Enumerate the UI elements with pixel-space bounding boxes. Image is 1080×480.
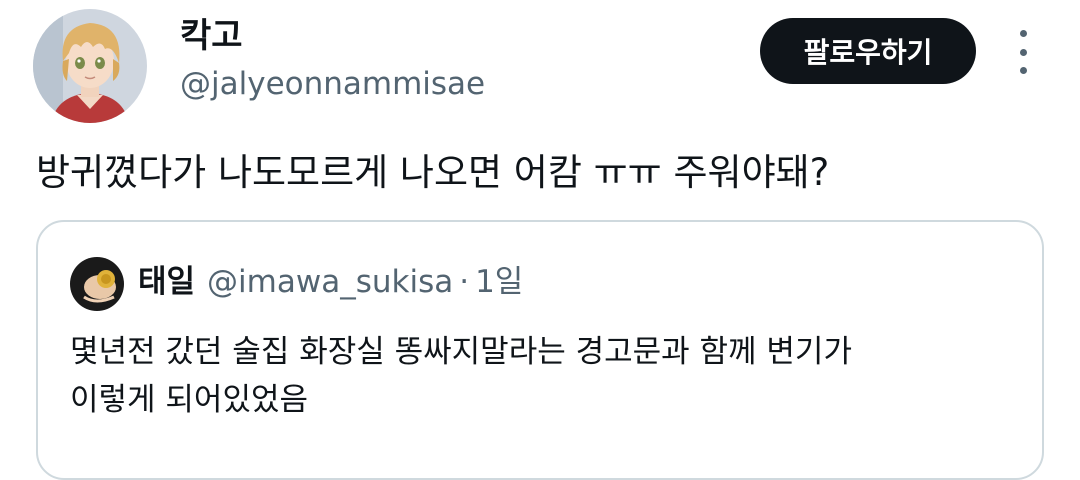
quote-header: 태일 @imawa_sukisa · 1일: [138, 260, 523, 304]
quoted-tweet-card[interactable]: 태일 @imawa_sukisa · 1일 몇년전 갔던 술집 화장실 똥싸지말…: [36, 220, 1044, 480]
quote-text-line: 이렇게 되어있었음: [70, 382, 309, 418]
quote-text: 몇년전 갔던 술집 화장실 똥싸지말라는 경고문과 함께 변기가 이렇게 되어있…: [70, 328, 1030, 424]
quote-handle[interactable]: @imawa_sukisa: [207, 260, 453, 304]
quote-text-line: 몇년전 갔던 술집 화장실 똥싸지말라는 경고문과 함께 변기가: [70, 334, 852, 370]
quote-display-name[interactable]: 태일: [138, 260, 195, 304]
more-dot: [1019, 48, 1027, 56]
more-vertical-icon[interactable]: [1010, 30, 1036, 74]
author-handle[interactable]: @jalyeonnammisae: [180, 63, 485, 105]
author-avatar[interactable]: [33, 9, 147, 123]
follow-button[interactable]: 팔로우하기: [760, 18, 976, 84]
author-display-name[interactable]: 칵고: [180, 14, 243, 58]
quote-author-avatar[interactable]: [70, 257, 124, 311]
more-dot: [1019, 67, 1027, 74]
tweet-text: 방귀꼈다가 나도모르게 나오면 어캄 ㅠㅠ 주워야돼?: [36, 151, 830, 194]
more-dot: [1019, 30, 1027, 37]
quote-separator: ·: [459, 264, 470, 300]
quote-timestamp[interactable]: 1일: [475, 260, 523, 304]
